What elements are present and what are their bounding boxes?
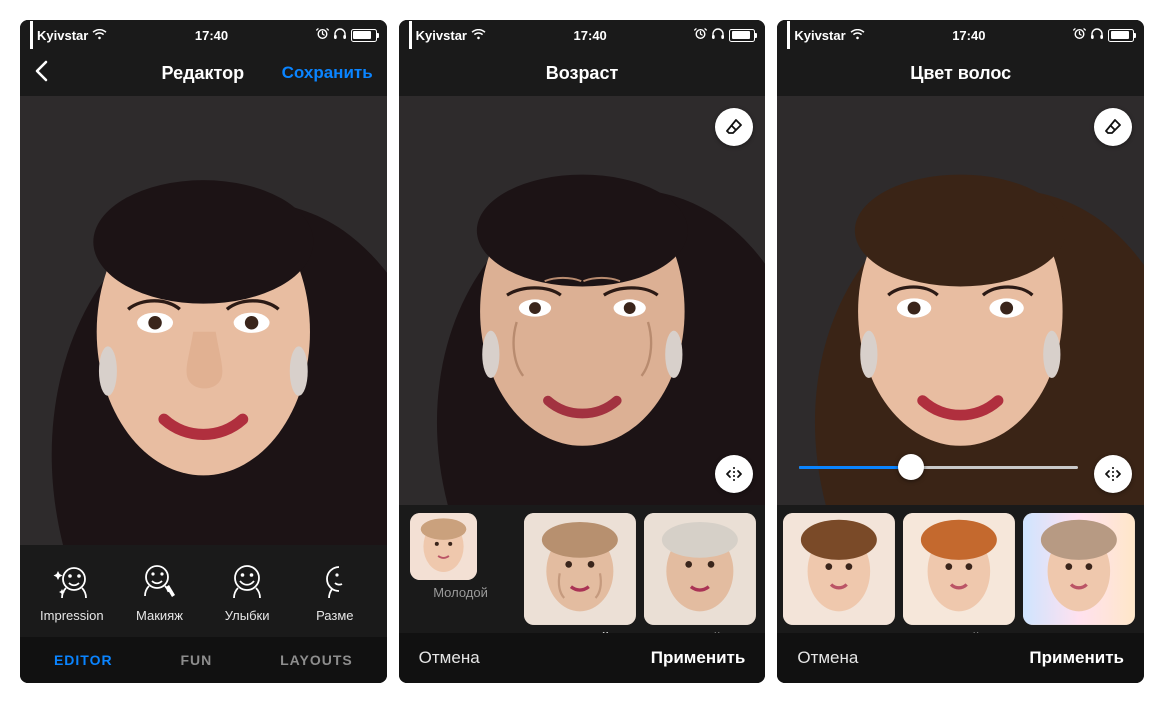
tool-row: Impression Макияж [20, 545, 387, 637]
tool-size[interactable]: Разме [291, 560, 379, 623]
screen-age: Kyivstar 17:40 Возраст [399, 20, 766, 683]
tab-layouts[interactable]: LAYOUTS [280, 652, 353, 668]
filter-thumb [783, 513, 895, 625]
photo-preview [777, 96, 1144, 505]
cancel-button[interactable]: Отмена [419, 648, 480, 668]
tool-smiles[interactable]: Улыбки [203, 560, 291, 623]
slider-thumb[interactable] [898, 454, 924, 480]
tab-fun[interactable]: FUN [180, 652, 212, 668]
carrier-label: Kyivstar [416, 28, 467, 43]
battery-icon [351, 29, 377, 42]
tool-label: Улыбки [225, 608, 270, 623]
save-button[interactable]: Сохранить [282, 63, 373, 83]
nav-bar: Цвет волос [777, 50, 1144, 96]
tool-label: Разме [316, 608, 353, 623]
apply-button[interactable]: Применить [651, 648, 746, 668]
battery-icon [729, 29, 755, 42]
tool-makeup[interactable]: Макияж [116, 560, 204, 623]
filter-row: Молодой Пожилой Крутой старик [399, 505, 766, 633]
alarm-icon [694, 27, 707, 43]
impression-icon [51, 560, 93, 602]
filter-row: Шатен Рыжий Тон [777, 505, 1144, 633]
filter-tone[interactable]: Тон [1023, 513, 1135, 644]
nav-title: Редактор [124, 63, 282, 84]
filter-thumb [644, 513, 756, 625]
alarm-icon [1073, 27, 1086, 43]
back-button[interactable] [34, 60, 124, 87]
filter-thumb [1023, 513, 1135, 625]
filter-old[interactable]: Пожилой [524, 513, 636, 644]
filter-young[interactable]: Молодой [405, 513, 517, 600]
intensity-slider[interactable] [799, 457, 1078, 477]
signal-icon [30, 21, 33, 49]
wifi-icon [471, 28, 486, 43]
tab-row: EDITOR FUN LAYOUTS [20, 637, 387, 683]
compare-button[interactable] [1094, 455, 1132, 493]
nav-bar: Возраст [399, 50, 766, 96]
photo-preview [20, 96, 387, 545]
headphones-icon [1090, 27, 1104, 43]
photo-preview [399, 96, 766, 505]
carrier-label: Kyivstar [37, 28, 88, 43]
action-bar: Отмена Применить [777, 633, 1144, 683]
nav-title: Цвет волос [881, 63, 1040, 84]
headphones-icon [711, 27, 725, 43]
wifi-icon [850, 28, 865, 43]
tool-label: Макияж [136, 608, 183, 623]
apply-button[interactable]: Применить [1029, 648, 1124, 668]
filter-thumb [524, 513, 636, 625]
screen-editor: Kyivstar 17:40 Редактор Сохранить [20, 20, 387, 683]
nav-bar: Редактор Сохранить [20, 50, 387, 96]
action-bar: Отмена Применить [399, 633, 766, 683]
wifi-icon [92, 28, 107, 43]
cancel-button[interactable]: Отмена [797, 648, 858, 668]
alarm-icon [316, 27, 329, 43]
filter-label: Молодой [433, 586, 488, 600]
signal-icon [787, 21, 790, 49]
tool-impression[interactable]: Impression [28, 560, 116, 623]
filter-thumb [410, 513, 477, 580]
nav-title: Возраст [503, 63, 662, 84]
eraser-button[interactable] [1094, 108, 1132, 146]
status-bar: Kyivstar 17:40 [20, 20, 387, 50]
size-icon [314, 560, 356, 602]
signal-icon [409, 21, 412, 49]
filter-brown[interactable]: Шатен [783, 513, 895, 644]
battery-icon [1108, 29, 1134, 42]
carrier-label: Kyivstar [794, 28, 845, 43]
status-bar: Kyivstar 17:40 [399, 20, 766, 50]
clock: 17:40 [195, 28, 228, 43]
clock: 17:40 [574, 28, 607, 43]
screen-hair-color: Kyivstar 17:40 Цвет волос [777, 20, 1144, 683]
makeup-icon [138, 560, 180, 602]
status-bar: Kyivstar 17:40 [777, 20, 1144, 50]
smiles-icon [226, 560, 268, 602]
clock: 17:40 [952, 28, 985, 43]
tab-editor[interactable]: EDITOR [54, 652, 113, 668]
filter-red[interactable]: Рыжий [903, 513, 1015, 644]
headphones-icon [333, 27, 347, 43]
filter-thumb [903, 513, 1015, 625]
tool-label: Impression [40, 608, 104, 623]
